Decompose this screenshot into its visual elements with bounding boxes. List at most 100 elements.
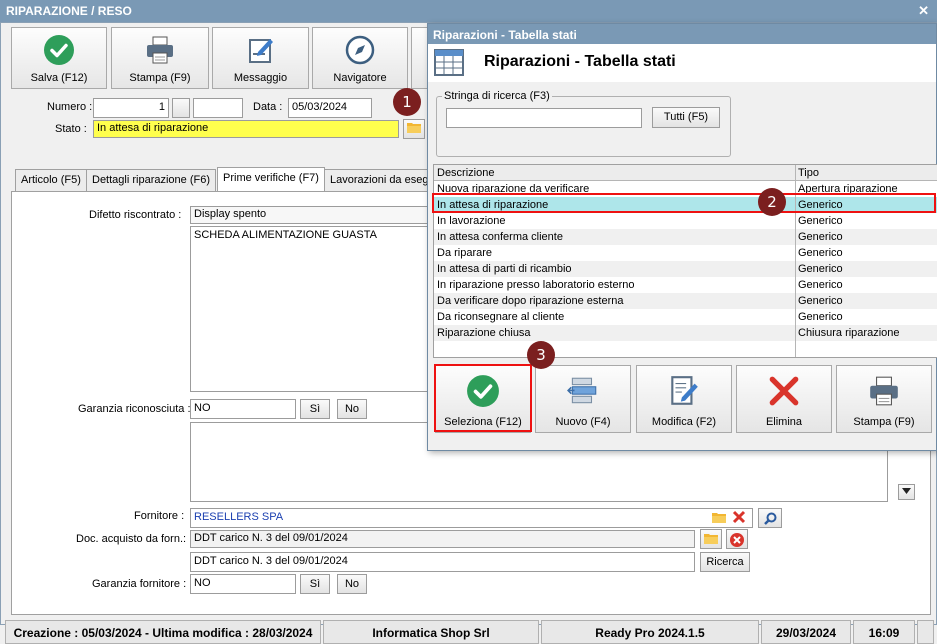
search-group-label: Stringa di ricerca (F3) [442, 90, 552, 102]
data-field[interactable]: 05/03/2024 [288, 98, 372, 118]
difetto-notes-area[interactable]: SCHEDA ALIMENTAZIONE GUASTA [190, 226, 430, 392]
print-button[interactable]: Stampa (F9) [111, 27, 209, 89]
row-type: Generico [798, 247, 843, 259]
doc-acquisto-field-2[interactable]: DDT carico N. 3 del 09/01/2024 [190, 552, 695, 572]
search-input[interactable] [446, 108, 642, 128]
doc-folder-button[interactable] [700, 529, 722, 549]
folder-icon[interactable] [712, 512, 726, 523]
row-type: Generico [798, 279, 843, 291]
message-button[interactable]: Messaggio [212, 27, 309, 89]
table-row[interactable]: Da riconsegnare al cliente Generico [434, 309, 937, 325]
column-header-descrizione[interactable]: Descrizione [437, 167, 494, 179]
save-button-label: Salva (F12) [30, 72, 88, 84]
delete-circle-icon [730, 533, 744, 547]
tab-dettagli-riparazione[interactable]: Dettagli riparazione (F6) [86, 169, 216, 191]
dialog-print-button-label: Stampa (F9) [853, 416, 915, 428]
tab-lavorazioni[interactable]: Lavorazioni da esegu [324, 169, 429, 191]
garanzia-fornitore-field[interactable]: NO [190, 574, 296, 594]
dialog-title-bar: Riparazioni - Tabella stati [428, 24, 936, 44]
step-marker-1: 1 [393, 88, 421, 116]
elimina-button-label: Elimina [765, 416, 803, 428]
check-circle-icon [44, 35, 74, 65]
doc-delete-button[interactable] [726, 529, 748, 549]
chevron-down-icon [902, 488, 911, 494]
navigator-button[interactable]: Navigatore [312, 27, 408, 89]
table-row[interactable]: In attesa conferma cliente Generico [434, 229, 937, 245]
numero-lookup-button[interactable] [172, 98, 190, 118]
delete-x-icon [769, 376, 799, 406]
nuovo-button[interactable]: Nuovo (F4) [535, 365, 631, 433]
folder-icon [407, 123, 421, 133]
table-row[interactable]: In attesa di parti di ricambio Generico [434, 261, 937, 277]
fornitore-search-button[interactable] [758, 508, 782, 528]
row-type: Generico [798, 295, 843, 307]
status-dates: Creazione : 05/03/2024 - Ultima modifica… [5, 620, 321, 644]
status-extra [917, 620, 934, 644]
close-icon[interactable]: ✕ [918, 3, 929, 19]
garanzia-label: Garanzia riconosciuta : [78, 403, 191, 415]
clear-icon[interactable] [732, 510, 746, 524]
data-label: Data : [253, 101, 283, 113]
garanzia-si-button[interactable]: Sì [300, 399, 330, 419]
fornitore-label: Fornitore : [134, 510, 185, 522]
tab-prime-verifiche[interactable]: Prime verifiche (F7) [217, 167, 325, 192]
row-desc: Da riconsegnare al cliente [437, 311, 565, 323]
status-bar: Creazione : 05/03/2024 - Ultima modifica… [5, 620, 934, 644]
elimina-button[interactable]: Elimina [736, 365, 832, 433]
save-button[interactable]: Salva (F12) [11, 27, 107, 89]
doc-acquisto-label: Doc. acquisto da forn.: [76, 533, 187, 545]
difetto-label: Difetto riscontrato : [89, 209, 182, 221]
row-type: Generico [798, 311, 843, 323]
numero-suffix-field[interactable] [193, 98, 243, 118]
edit-message-icon [248, 39, 273, 63]
dialog-print-button[interactable]: Stampa (F9) [836, 365, 932, 433]
garanzia-fornitore-label: Garanzia fornitore : [92, 578, 187, 590]
table-row[interactable]: Riparazione chiusa Chiusura riparazione [434, 325, 937, 341]
tutti-button[interactable]: Tutti (F5) [652, 107, 720, 128]
stato-lookup-button[interactable] [403, 119, 425, 139]
row-desc: Da riparare [437, 247, 493, 259]
row-desc: Da verificare dopo riparazione esterna [437, 295, 624, 307]
doc-acquisto-field[interactable]: DDT carico N. 3 del 09/01/2024 [190, 530, 695, 548]
step-marker-2: 2 [758, 188, 786, 216]
printer-icon [147, 36, 173, 64]
garanzia-fornitore-si-button[interactable]: Sì [300, 574, 330, 594]
difetto-field[interactable]: Display spento [190, 206, 430, 224]
row-desc: Riparazione chiusa [437, 327, 531, 339]
table-icon [434, 49, 464, 76]
stato-field[interactable]: In attesa di riparazione [93, 120, 399, 138]
ricerca-button[interactable]: Ricerca [700, 552, 750, 572]
dropdown-button[interactable] [898, 484, 915, 500]
message-button-label: Messaggio [233, 72, 288, 84]
step-marker-3: 3 [527, 341, 555, 369]
table-row[interactable]: Da verificare dopo riparazione esterna Ge… [434, 293, 937, 309]
fornitore-field[interactable]: RESELLERS SPA [190, 508, 753, 528]
printer-icon [870, 376, 898, 406]
stato-label: Stato : [55, 123, 87, 135]
column-header-tipo[interactable]: Tipo [798, 167, 819, 179]
row-desc: In lavorazione [437, 215, 506, 227]
highlight-box-seleziona [434, 364, 532, 432]
new-record-icon [566, 377, 597, 404]
modifica-button[interactable]: Modifica (F2) [636, 365, 732, 433]
row-type: Generico [798, 263, 843, 275]
compass-icon [345, 35, 375, 65]
table-row[interactable]: Da riparare Generico [434, 245, 937, 261]
highlight-box-selected-row [432, 193, 936, 213]
folder-icon [704, 534, 718, 544]
table-row[interactable]: In riparazione presso laboratorio estern… [434, 277, 937, 293]
tab-articolo[interactable]: Articolo (F5) [15, 169, 87, 191]
edit-document-icon [671, 376, 698, 405]
row-type: Chiusura riparazione [798, 327, 900, 339]
numero-field[interactable]: 1 [93, 98, 169, 118]
garanzia-field[interactable]: NO [190, 399, 296, 419]
print-button-label: Stampa (F9) [129, 72, 191, 84]
garanzia-fornitore-no-button[interactable]: No [337, 574, 367, 594]
navigator-button-label: Navigatore [333, 72, 387, 84]
row-type: Generico [798, 215, 843, 227]
status-company: Informatica Shop Srl [323, 620, 539, 644]
table-header-row: Descrizione Tipo [434, 165, 937, 181]
garanzia-no-button[interactable]: No [337, 399, 367, 419]
table-row[interactable]: In lavorazione Generico [434, 213, 937, 229]
row-type: Generico [798, 231, 843, 243]
